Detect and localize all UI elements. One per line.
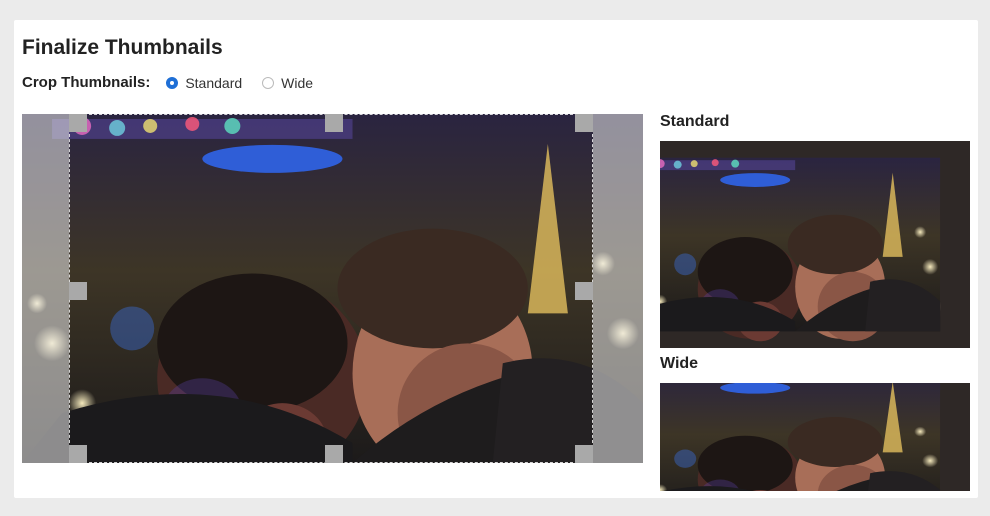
wide-preview-label: Wide (660, 355, 699, 372)
radio-wide[interactable]: Wide (262, 75, 313, 91)
standard-preview-label: Standard (660, 113, 730, 130)
crop-handle-top-right[interactable] (575, 114, 593, 132)
radio-standard-label: Standard (185, 74, 243, 91)
crop-handle-bottom-right[interactable] (575, 445, 593, 463)
page-title: Finalize Thumbnails (22, 36, 223, 59)
crop-options: Crop Thumbnails: Standard Wide (22, 74, 333, 91)
thumbnail-panel: Finalize Thumbnails Crop Thumbnails: Sta… (14, 20, 978, 498)
radio-wide-label: Wide (281, 74, 314, 91)
crop-handle-bottom-center[interactable] (325, 445, 343, 463)
crop-selection[interactable] (69, 114, 593, 463)
crop-handle-top-left[interactable] (69, 114, 87, 132)
radio-standard[interactable]: Standard (166, 75, 242, 91)
radio-standard-dot[interactable] (166, 76, 179, 89)
crop-editor[interactable] (22, 114, 643, 463)
wide-preview (660, 383, 970, 491)
crop-handle-bottom-left[interactable] (69, 445, 87, 463)
crop-label: Crop Thumbnails: (22, 74, 151, 91)
crop-handle-top-center[interactable] (325, 114, 343, 132)
crop-mask-left (22, 114, 69, 463)
crop-handle-middle-left[interactable] (69, 282, 87, 300)
radio-wide-dot[interactable] (262, 76, 275, 89)
crop-mask-right (593, 114, 643, 463)
standard-preview (660, 141, 970, 348)
crop-handle-middle-right[interactable] (575, 282, 593, 300)
